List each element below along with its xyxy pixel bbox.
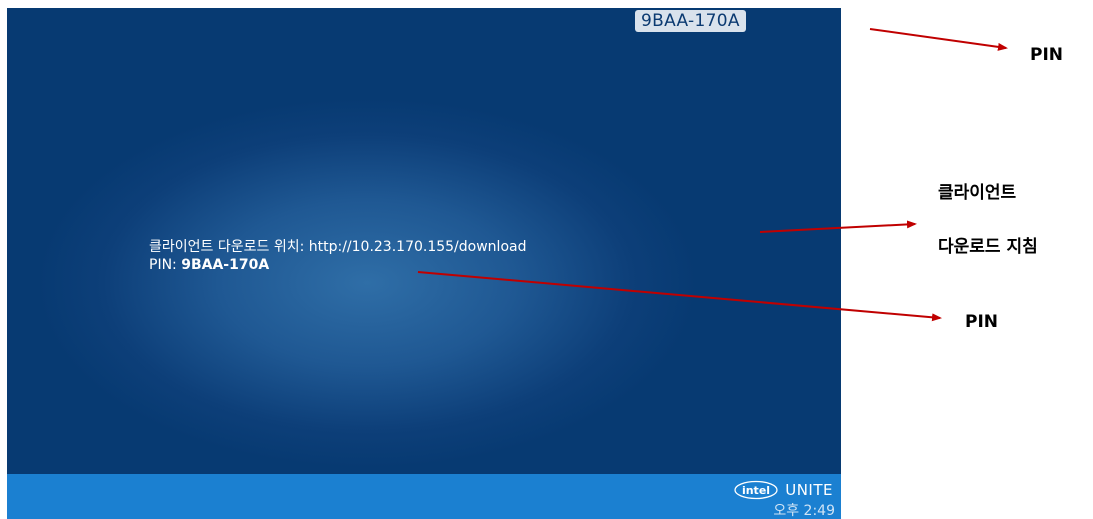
slide-canvas: 9BAA-170A 클라이언트 다운로드 위치: http://10.23.17… [0, 0, 1093, 519]
annotation-client-line2: 다운로드 지침 [938, 237, 1038, 257]
unite-display-screen: 9BAA-170A 클라이언트 다운로드 위치: http://10.23.17… [7, 8, 841, 519]
intel-logo-icon: intel [734, 480, 778, 500]
taskbar: intel UNITE 오후 2:49 [7, 474, 841, 519]
annotation-client-line1: 클라이언트 [938, 183, 1017, 203]
pin-value: 9BAA-170A [181, 257, 270, 273]
intel-unite-brand: intel UNITE [733, 480, 833, 500]
pin-badge: 9BAA-170A [635, 10, 746, 32]
taskbar-clock: 오후 2:49 [773, 503, 835, 519]
annotation-mid-pin: PIN [965, 312, 999, 332]
intel-logo-text: intel [742, 484, 770, 497]
annotation-top-pin: PIN [1030, 45, 1064, 65]
unite-label: UNITE [785, 481, 833, 499]
client-download-instruction: 클라이언트 다운로드 위치: http://10.23.170.155/down… [149, 239, 527, 255]
pin-instruction: PIN: 9BAA-170A [149, 257, 269, 273]
pin-label: PIN: [149, 257, 182, 273]
arrow-to-top-pin [869, 28, 1008, 51]
